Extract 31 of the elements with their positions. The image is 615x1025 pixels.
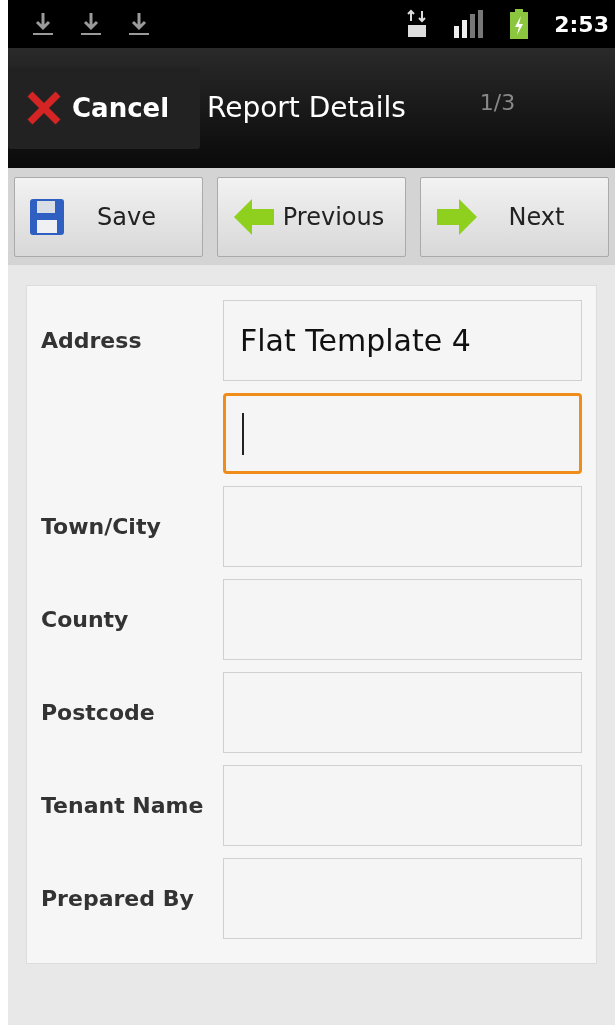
close-icon [26,90,62,126]
download-icon [80,11,102,37]
previous-button[interactable]: Previous [217,176,406,257]
field-label: Prepared By [41,886,194,911]
field-label: Postcode [41,700,155,725]
text-field[interactable] [223,765,582,846]
field-label: County [41,607,129,632]
right-arrow-icon [435,197,479,236]
save-button[interactable]: Save [14,176,203,257]
download-icon [128,11,150,37]
next-button[interactable]: Next [420,176,609,257]
page-counter: 1/3 [479,88,516,117]
text-field[interactable] [223,579,582,660]
text-field[interactable]: Flat Template 4 [223,300,582,381]
text-field[interactable] [223,393,582,474]
text-cursor [242,412,244,455]
signal-icon [454,10,485,38]
battery-icon [510,9,529,39]
data-transfer-icon [406,9,429,39]
field-value: Flat Template 4 [240,322,471,360]
clock-time: 2:53 [554,10,609,39]
cancel-button[interactable]: Cancel [8,67,200,149]
text-field[interactable] [223,672,582,753]
left-arrow-icon [232,197,276,236]
field-label: Tenant Name [41,793,204,818]
text-field[interactable] [223,486,582,567]
field-label: Town/City [41,514,161,539]
field-label: Address [41,328,142,353]
text-field[interactable] [223,858,582,939]
screen-title: Report Details [207,90,406,126]
download-icon [32,11,54,37]
